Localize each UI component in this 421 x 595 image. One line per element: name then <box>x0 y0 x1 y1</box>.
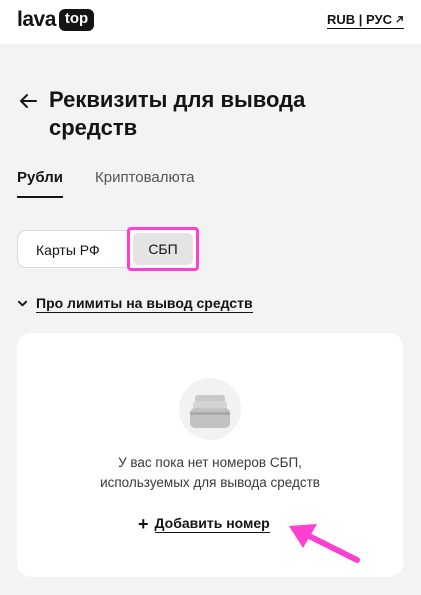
empty-state-line2: используемых для вывода средств <box>100 475 320 490</box>
chevron-down-icon <box>17 300 28 307</box>
add-number-label: Добавить номер <box>154 515 270 533</box>
currency-tabs: Рубли Криптовалюта <box>17 168 195 198</box>
page-title: Реквизиты для вывода средств <box>49 86 389 142</box>
add-number-button[interactable]: + Добавить номер <box>138 514 270 533</box>
currency-language-switcher[interactable]: RUB | РУС <box>327 12 404 29</box>
logo-badge: top <box>58 9 95 31</box>
logo-text: lava <box>17 8 56 31</box>
card-stack-icon <box>179 378 241 440</box>
limits-toggle[interactable]: Про лимиты на вывод средств <box>17 294 253 313</box>
limits-link: Про лимиты на вывод средств <box>36 295 253 313</box>
empty-state-line1: У вас пока нет номеров СБП, <box>118 455 302 470</box>
locale-label: RUB | РУС <box>327 12 392 27</box>
page-title-line1: Реквизиты для вывода <box>49 87 306 112</box>
page-title-line2: средств <box>49 115 138 140</box>
tab-rubles[interactable]: Рубли <box>17 168 63 198</box>
pink-arrow-annotation <box>289 524 360 563</box>
option-cards-rf[interactable]: Карты РФ <box>36 241 100 259</box>
option-sbp[interactable]: СБП <box>133 233 193 265</box>
plus-icon: + <box>138 513 149 534</box>
logo[interactable]: lava top <box>17 8 95 32</box>
empty-state-text: У вас пока нет номеров СБП, используемых… <box>17 453 403 493</box>
back-arrow-icon[interactable] <box>17 90 39 112</box>
tab-crypto[interactable]: Криптовалюта <box>95 168 195 198</box>
top-bar: lava top RUB | РУС <box>0 0 421 44</box>
external-arrow-icon <box>396 16 403 23</box>
